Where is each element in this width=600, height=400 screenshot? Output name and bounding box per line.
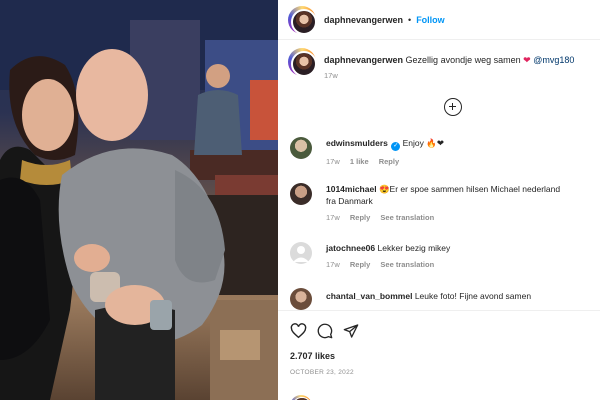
heart-emoji-icon: ❤ <box>523 55 531 65</box>
comment-icon[interactable] <box>317 323 333 339</box>
see-translation-button[interactable]: See translation <box>380 213 434 222</box>
comment-item: 1014michael 😍Er er spoe sammen hilsen Mi… <box>290 183 596 224</box>
author-username[interactable]: daphnevangerwen <box>324 15 403 25</box>
reply-button[interactable]: Reply <box>350 213 370 222</box>
commenter-username[interactable]: 1014michael <box>326 184 377 194</box>
follow-button[interactable]: Follow <box>416 15 445 25</box>
comment-text-line2: fra Danmark <box>326 196 373 206</box>
comment-item: jatochnee06 Lekker bezig mikey 17w Reply… <box>290 242 596 271</box>
likes-count[interactable]: 2.707 likes <box>290 351 335 361</box>
author-avatar[interactable] <box>288 5 317 35</box>
verified-badge-icon: ✓ <box>391 142 401 151</box>
see-translation-button[interactable]: See translation <box>380 260 434 269</box>
post-actions: 2.707 likes OCTOBER 23, 2022 <box>278 310 600 400</box>
caption-age: 17w <box>324 71 338 80</box>
post-date: OCTOBER 23, 2022 <box>290 369 354 376</box>
default-avatar-icon[interactable] <box>290 242 312 264</box>
commenter-avatar[interactable] <box>290 137 312 159</box>
comment-age: 17w <box>326 260 340 269</box>
share-icon[interactable] <box>343 323 359 339</box>
comment-likes-link[interactable]: 1 like <box>350 157 369 166</box>
plus-circle-icon[interactable] <box>444 98 462 116</box>
comment-text: Enjoy 🔥❤ <box>402 138 444 148</box>
commenter-avatar[interactable] <box>290 288 312 310</box>
commenter-username[interactable]: jatochnee06 <box>326 243 375 253</box>
post-caption: daphnevangerwen Gezellig avondje weg sam… <box>288 48 598 82</box>
viewer-avatar <box>290 395 312 400</box>
separator-dot: • <box>408 14 412 25</box>
commenter-username[interactable]: chantal_van_bommel <box>326 291 412 301</box>
comment-text: Lekker bezig mikey <box>377 243 451 253</box>
reply-button[interactable]: Reply <box>379 157 399 166</box>
post-details-panel: daphnevangerwen • Follow daphnevangerwen… <box>278 0 600 400</box>
commenter-username[interactable]: edwinsmulders <box>326 138 388 148</box>
reply-button[interactable]: Reply <box>350 260 370 269</box>
comment-item: chantal_van_bommel Leuke foto! Fijne avo… <box>290 288 596 310</box>
caption-username[interactable]: daphnevangerwen <box>324 55 403 65</box>
comment-item: edwinsmulders ✓ Enjoy 🔥❤ 17w 1 like Repl… <box>290 137 596 168</box>
post-header: daphnevangerwen • Follow <box>278 0 600 40</box>
caption-avatar[interactable] <box>288 48 317 77</box>
caption-text: Gezellig avondje weg samen <box>405 55 521 65</box>
comment-age: 17w <box>326 157 340 166</box>
photo-illustration <box>0 0 278 400</box>
comment-age: 17w <box>326 213 340 222</box>
caption-mention-link[interactable]: @mvg180 <box>533 55 574 65</box>
comment-text-line1: 😍Er er spoe sammen hilsen Michael nederl… <box>378 184 561 194</box>
post-photo[interactable] <box>0 0 278 400</box>
commenter-avatar[interactable] <box>290 183 312 205</box>
comment-text: Leuke foto! Fijne avond samen <box>414 291 532 301</box>
heart-icon[interactable] <box>290 323 307 339</box>
